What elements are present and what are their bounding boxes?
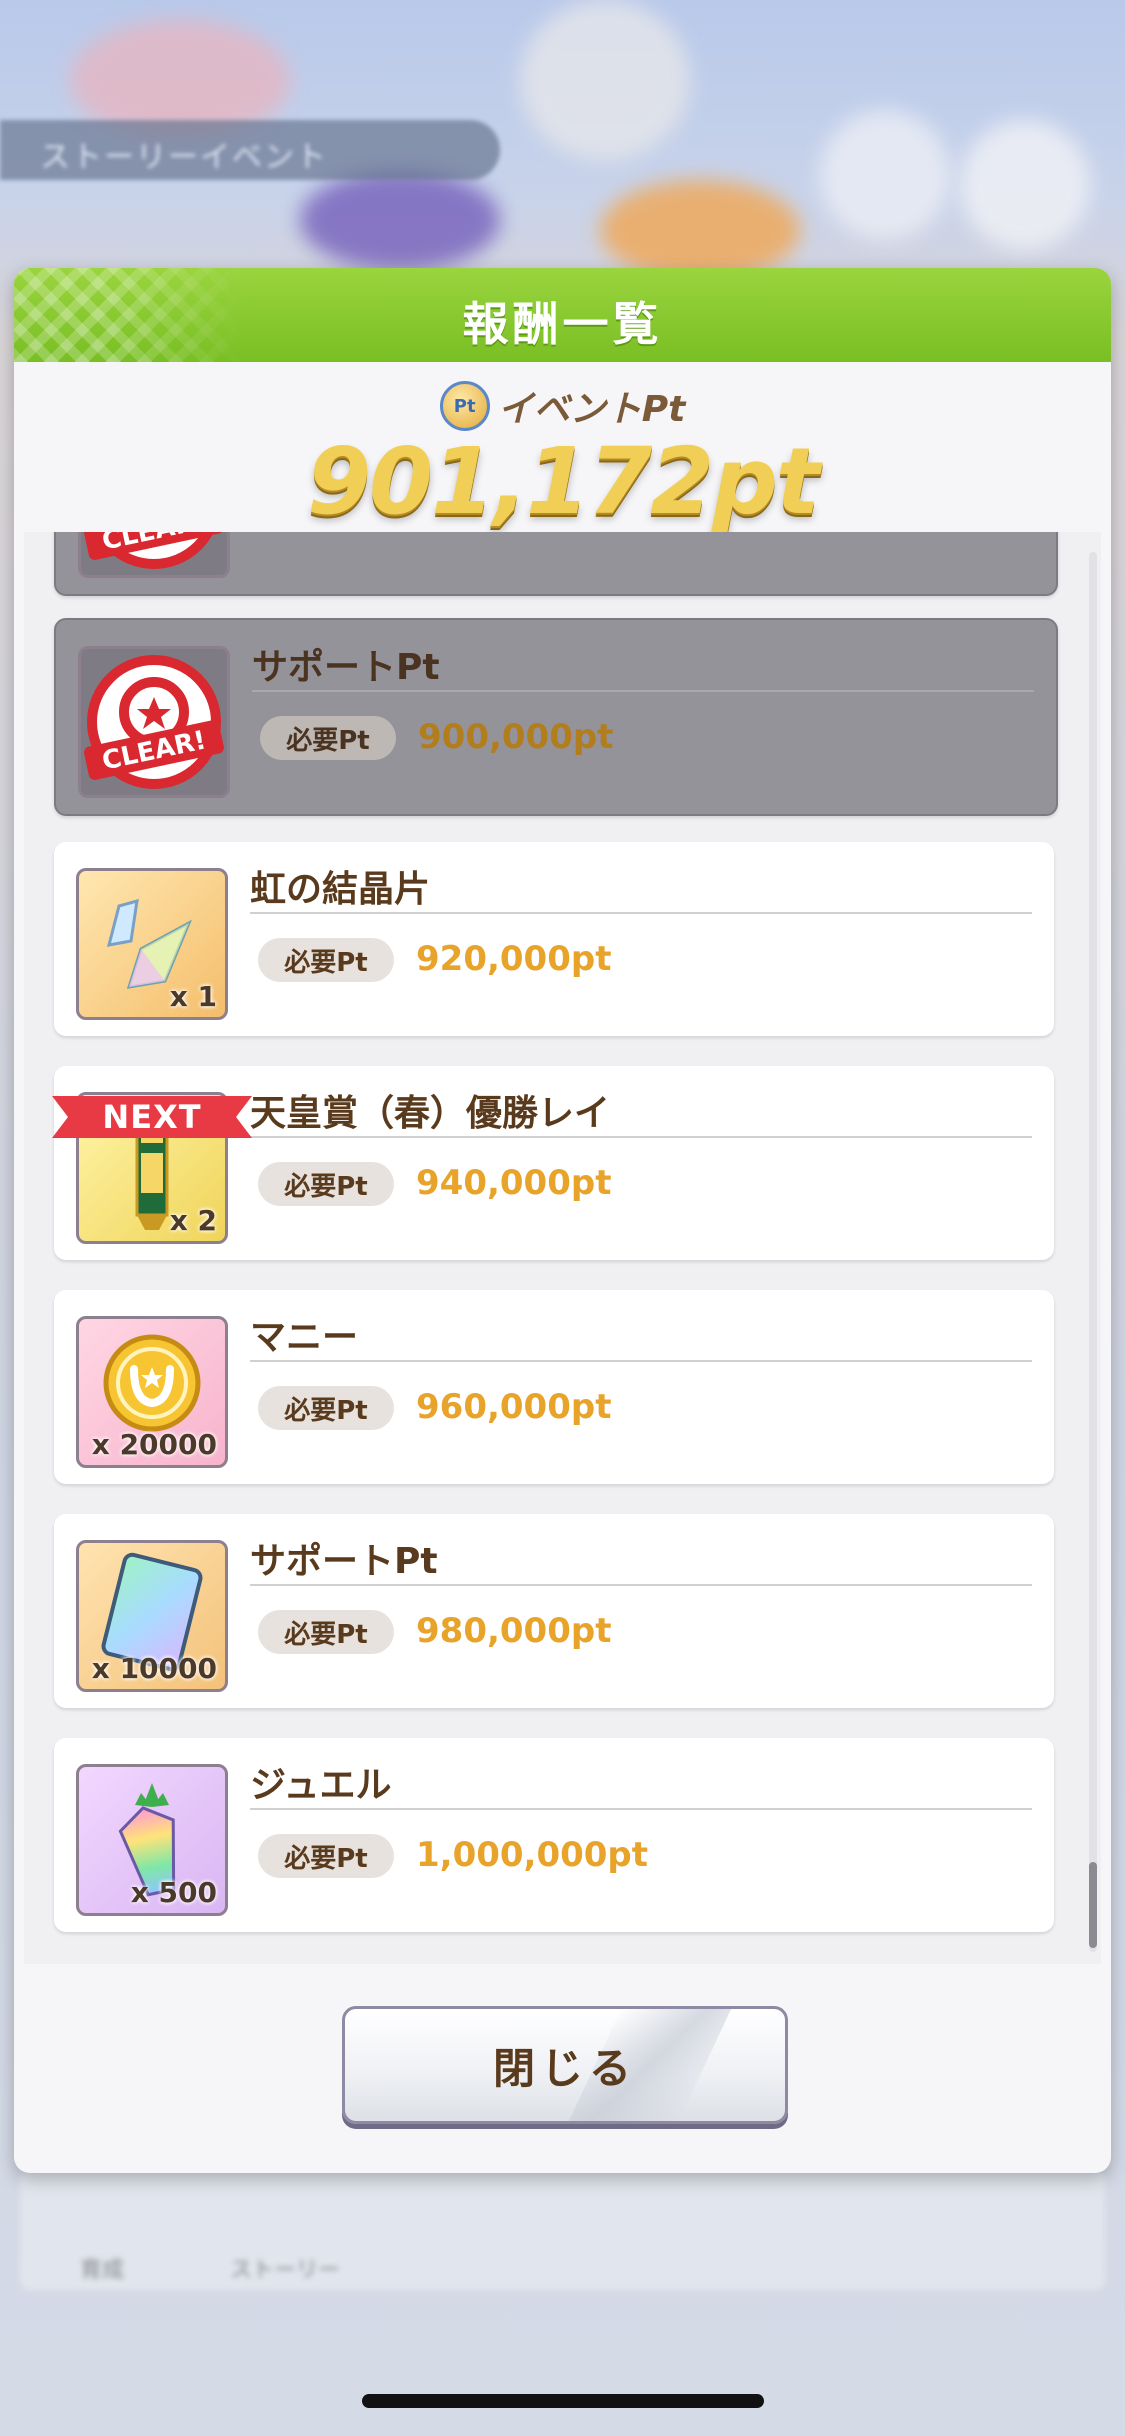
divider <box>250 912 1032 914</box>
required-pt-badge: 必要Pt <box>258 1162 394 1206</box>
reward-quantity: x 500 <box>130 1876 217 1909</box>
reward-icon-box: CLEAR! <box>78 532 230 578</box>
required-pt-value: 980,000pt <box>416 1611 612 1651</box>
bg-blob <box>600 180 800 280</box>
event-banner-text: ストーリーイベント <box>40 140 328 175</box>
required-pt-badge: 必要Pt <box>260 716 396 760</box>
reward-icon-box: x 20000 <box>76 1316 228 1468</box>
bottom-nav-label: 育成 <box>80 2258 125 2283</box>
required-pt-value: 1,000,000pt <box>416 1835 649 1875</box>
reward-name: マニー <box>250 1317 359 1358</box>
reward-quantity: x 20000 <box>91 1428 217 1461</box>
scrollbar[interactable] <box>1089 552 1097 1952</box>
divider <box>250 1808 1032 1810</box>
close-button[interactable]: 閉じる <box>342 2006 788 2124</box>
pt-total-value: 901,172pt <box>307 428 820 535</box>
modal-title: 報酬一覧 <box>462 297 663 351</box>
reward-name: サポートPt <box>250 1541 438 1582</box>
event-points-summary: Pt イベントPt 901,172pt <box>14 362 1111 535</box>
reward-row: x 2 天皇賞（春）優勝レイ 必要Pt 940,000pt <box>54 1066 1054 1260</box>
reward-name: ジュエル <box>250 1765 392 1806</box>
bg-blob <box>300 170 500 270</box>
bg-blob <box>960 120 1090 250</box>
scroll-thumb[interactable] <box>1089 1862 1097 1948</box>
reward-icon-box: x 500 <box>76 1764 228 1916</box>
reward-name: 天皇賞（春）優勝レイ <box>250 1093 611 1134</box>
reward-row: x 20000 マニー 必要Pt 960,000pt <box>54 1290 1054 1484</box>
pt-coin-icon: Pt <box>439 381 490 431</box>
required-pt-value: 940,000pt <box>416 1163 612 1203</box>
bg-blob <box>520 0 690 160</box>
required-pt-badge: 必要Pt <box>258 938 394 982</box>
required-pt-value: 960,000pt <box>416 1387 612 1427</box>
divider <box>250 1584 1032 1586</box>
bottom-nav-label: ストーリー <box>230 2258 341 2283</box>
divider <box>250 1360 1032 1362</box>
event-banner: ストーリーイベント <box>0 120 500 180</box>
reward-list[interactable]: CLEAR! CLEAR! サポートPt 必要Pt 900,000pt x 1 … <box>24 532 1101 1964</box>
reward-row: x 500 ジュエル 必要Pt 1,000,000pt <box>54 1738 1054 1932</box>
reward-row: x 10000 サポートPt 必要Pt 980,000pt <box>54 1514 1054 1708</box>
next-badge: NEXT <box>52 1096 252 1138</box>
pt-label: イベントPt <box>497 389 686 430</box>
divider <box>250 1136 1032 1138</box>
required-pt-badge: 必要Pt <box>258 1610 394 1654</box>
modal-header: 報酬一覧 <box>14 268 1111 362</box>
reward-row-next: x 1 虹の結晶片 必要Pt 920,000pt <box>54 842 1054 1036</box>
required-pt-badge: 必要Pt <box>258 1834 394 1878</box>
rewards-modal: 報酬一覧 Pt イベントPt 901,172pt CLEAR! CLEAR! サ… <box>14 268 1111 2173</box>
reward-name: サポートPt <box>252 647 440 688</box>
reward-icon-box: x 1 <box>76 868 228 1020</box>
reward-icon-box: x 10000 <box>76 1540 228 1692</box>
reward-row-cleared: CLEAR! <box>54 532 1058 596</box>
reward-quantity: x 10000 <box>91 1652 217 1685</box>
bg-blob <box>820 110 950 240</box>
home-indicator[interactable] <box>362 2394 764 2408</box>
bottom-nav: 育成 ストーリー <box>20 2170 1105 2290</box>
reward-name: 虹の結晶片 <box>250 869 431 910</box>
reward-quantity: x 2 <box>169 1204 217 1237</box>
reward-icon-box: CLEAR! <box>78 646 230 798</box>
close-button-label: 閉じる <box>492 2043 637 2093</box>
required-pt-value: 920,000pt <box>416 939 612 979</box>
required-pt-value: 900,000pt <box>418 717 614 757</box>
reward-row: CLEAR! サポートPt 必要Pt 900,000pt <box>54 618 1058 816</box>
pt-label-row: Pt イベントPt <box>14 380 1111 432</box>
divider <box>252 690 1034 692</box>
clear-stamp-icon: CLEAR! <box>84 532 224 569</box>
reward-quantity: x 1 <box>169 980 217 1013</box>
clear-stamp-icon: CLEAR! <box>84 655 224 789</box>
required-pt-badge: 必要Pt <box>258 1386 394 1430</box>
